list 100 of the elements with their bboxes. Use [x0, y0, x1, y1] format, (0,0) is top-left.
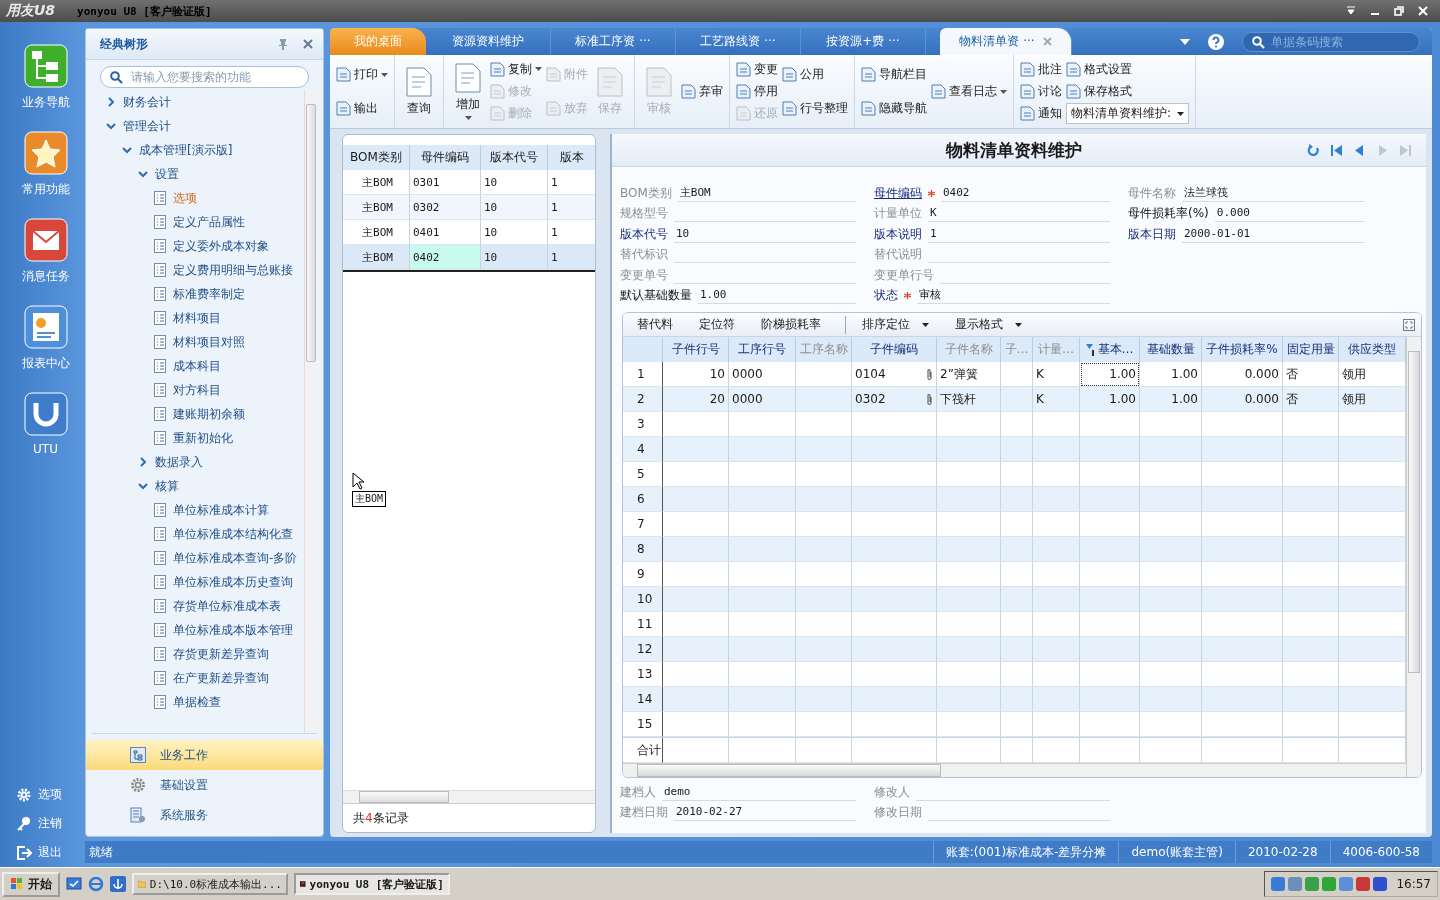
- pin-icon[interactable]: [277, 38, 289, 50]
- table-cell[interactable]: [937, 487, 1001, 512]
- expand-icon[interactable]: [1403, 318, 1415, 331]
- tray-icon[interactable]: [1373, 877, 1388, 891]
- table-cell[interactable]: [1080, 587, 1140, 612]
- table-cell[interactable]: [852, 637, 937, 662]
- table-cell[interactable]: [1283, 537, 1339, 562]
- table-cell[interactable]: [796, 387, 852, 412]
- grid-tool-button[interactable]: 显示格式: [947, 316, 1040, 333]
- nav-button[interactable]: 业务导航: [21, 44, 70, 111]
- table-cell[interactable]: [729, 437, 796, 462]
- table-cell[interactable]: [852, 537, 937, 562]
- table-cell[interactable]: [937, 587, 1001, 612]
- toolbar-button[interactable]: 停用: [736, 81, 778, 102]
- nav-button[interactable]: UTU: [23, 392, 68, 456]
- toolbar-button[interactable]: 隐藏导航: [861, 98, 927, 119]
- table-cell[interactable]: [796, 487, 852, 512]
- table-cell[interactable]: [1033, 437, 1080, 462]
- field-value[interactable]: 10: [674, 225, 856, 243]
- table-cell[interactable]: 1.00: [1080, 387, 1140, 412]
- scrollbar[interactable]: [304, 90, 317, 733]
- table-cell[interactable]: K: [1033, 387, 1080, 412]
- table-cell[interactable]: [663, 537, 729, 562]
- field-value[interactable]: K: [928, 205, 1110, 223]
- toolbar-button[interactable]: 通知: [1020, 103, 1062, 124]
- table-cell[interactable]: [1283, 487, 1339, 512]
- tree-item[interactable]: 数据录入: [92, 450, 304, 474]
- tree-item[interactable]: 单据检查: [92, 690, 304, 714]
- table-cell[interactable]: [1283, 687, 1339, 712]
- toolbar-button[interactable]: 导航栏目: [861, 64, 927, 85]
- rail-link[interactable]: 选项: [16, 786, 62, 803]
- tray-icon[interactable]: [1271, 877, 1286, 891]
- previous-icon[interactable]: [1353, 143, 1366, 157]
- tray-icon[interactable]: [1305, 877, 1320, 891]
- scrollbar[interactable]: [623, 763, 1406, 777]
- table-cell[interactable]: [1140, 587, 1202, 612]
- table-cell[interactable]: [729, 637, 796, 662]
- table-cell[interactable]: [852, 687, 937, 712]
- table-cell[interactable]: [1202, 637, 1283, 662]
- table-cell[interactable]: [1202, 587, 1283, 612]
- chevron-icon[interactable]: [106, 121, 116, 131]
- tree-item[interactable]: 定义费用明细与总账接: [92, 258, 304, 282]
- dropdown-field[interactable]: 物料清单资料维护:: [1066, 103, 1190, 124]
- field-value[interactable]: 1: [928, 225, 1110, 243]
- tray-icon[interactable]: [1288, 877, 1303, 891]
- table-row[interactable]: 主BOM 0302 10 1: [343, 195, 595, 220]
- nav-button[interactable]: 消息任务: [21, 218, 70, 285]
- toolbar-button[interactable]: 变更: [736, 59, 778, 80]
- tree-item[interactable]: 单位标准成本查询-多阶: [92, 546, 304, 570]
- restore-icon[interactable]: [1394, 6, 1404, 16]
- tree-item[interactable]: 建账期初余额: [92, 402, 304, 426]
- table-cell[interactable]: [1140, 487, 1202, 512]
- table-cell[interactable]: [937, 687, 1001, 712]
- table-cell[interactable]: [1033, 587, 1080, 612]
- table-cell[interactable]: [852, 487, 937, 512]
- toolbar-button[interactable]: 讨论: [1020, 81, 1062, 102]
- table-cell[interactable]: 1.00: [1140, 387, 1202, 412]
- field-value[interactable]: 0402: [941, 184, 1110, 202]
- scrollbar[interactable]: [343, 790, 595, 803]
- grid-tool-button[interactable]: 定位符: [691, 316, 753, 333]
- dropdown-icon[interactable]: [1346, 6, 1356, 16]
- toolbar-button[interactable]: 公用: [782, 64, 848, 85]
- tree-item[interactable]: 设置: [92, 162, 304, 186]
- tree-item[interactable]: 管理会计: [92, 114, 304, 138]
- table-cell[interactable]: [796, 637, 852, 662]
- toolbar-button[interactable]: 增加: [450, 63, 486, 120]
- table-cell[interactable]: [1080, 637, 1140, 662]
- start-button[interactable]: 开始: [2, 871, 60, 897]
- table-cell[interactable]: [852, 587, 937, 612]
- table-cell[interactable]: [1140, 437, 1202, 462]
- table-cell[interactable]: [1033, 637, 1080, 662]
- toolbar-button[interactable]: 输出: [336, 98, 388, 119]
- table-cell[interactable]: [1080, 537, 1140, 562]
- rail-link[interactable]: 退出: [16, 844, 62, 861]
- table-cell[interactable]: [1202, 437, 1283, 462]
- toolbar-button[interactable]: 打印: [336, 64, 388, 85]
- table-cell[interactable]: [1283, 437, 1339, 462]
- tree-item[interactable]: 单位标准成本结构化查: [92, 522, 304, 546]
- table-cell[interactable]: [1001, 637, 1033, 662]
- table-cell[interactable]: [1202, 487, 1283, 512]
- toolbar-button[interactable]: 复制: [490, 59, 542, 80]
- tree-item[interactable]: 重新初始化: [92, 426, 304, 450]
- tree-item[interactable]: 定义委外成本对象: [92, 234, 304, 258]
- column-header[interactable]: 子件编码: [852, 337, 937, 362]
- table-cell[interactable]: [937, 437, 1001, 462]
- table-cell[interactable]: [1080, 437, 1140, 462]
- table-cell[interactable]: [1202, 687, 1283, 712]
- tree-item[interactable]: 核算: [92, 474, 304, 498]
- table-cell[interactable]: [1283, 587, 1339, 612]
- search-field[interactable]: 请输入您要搜索的功能: [100, 66, 309, 88]
- toolbar-button[interactable]: 行号整理: [782, 98, 848, 119]
- table-cell[interactable]: [1283, 637, 1339, 662]
- toolbar-button[interactable]: 查询: [401, 66, 437, 117]
- column-header[interactable]: 基础数量: [1140, 337, 1202, 362]
- field-value[interactable]: 2000-01-01: [1182, 225, 1364, 243]
- taskbar-button[interactable]: yonyou U8 [客户验证版]: [294, 873, 450, 895]
- tree-item[interactable]: 成本科目: [92, 354, 304, 378]
- nav-button[interactable]: 报表中心: [21, 305, 70, 372]
- table-cell[interactable]: [796, 537, 852, 562]
- taskbar-button[interactable]: D:\10.0标准成本输出...: [132, 873, 288, 895]
